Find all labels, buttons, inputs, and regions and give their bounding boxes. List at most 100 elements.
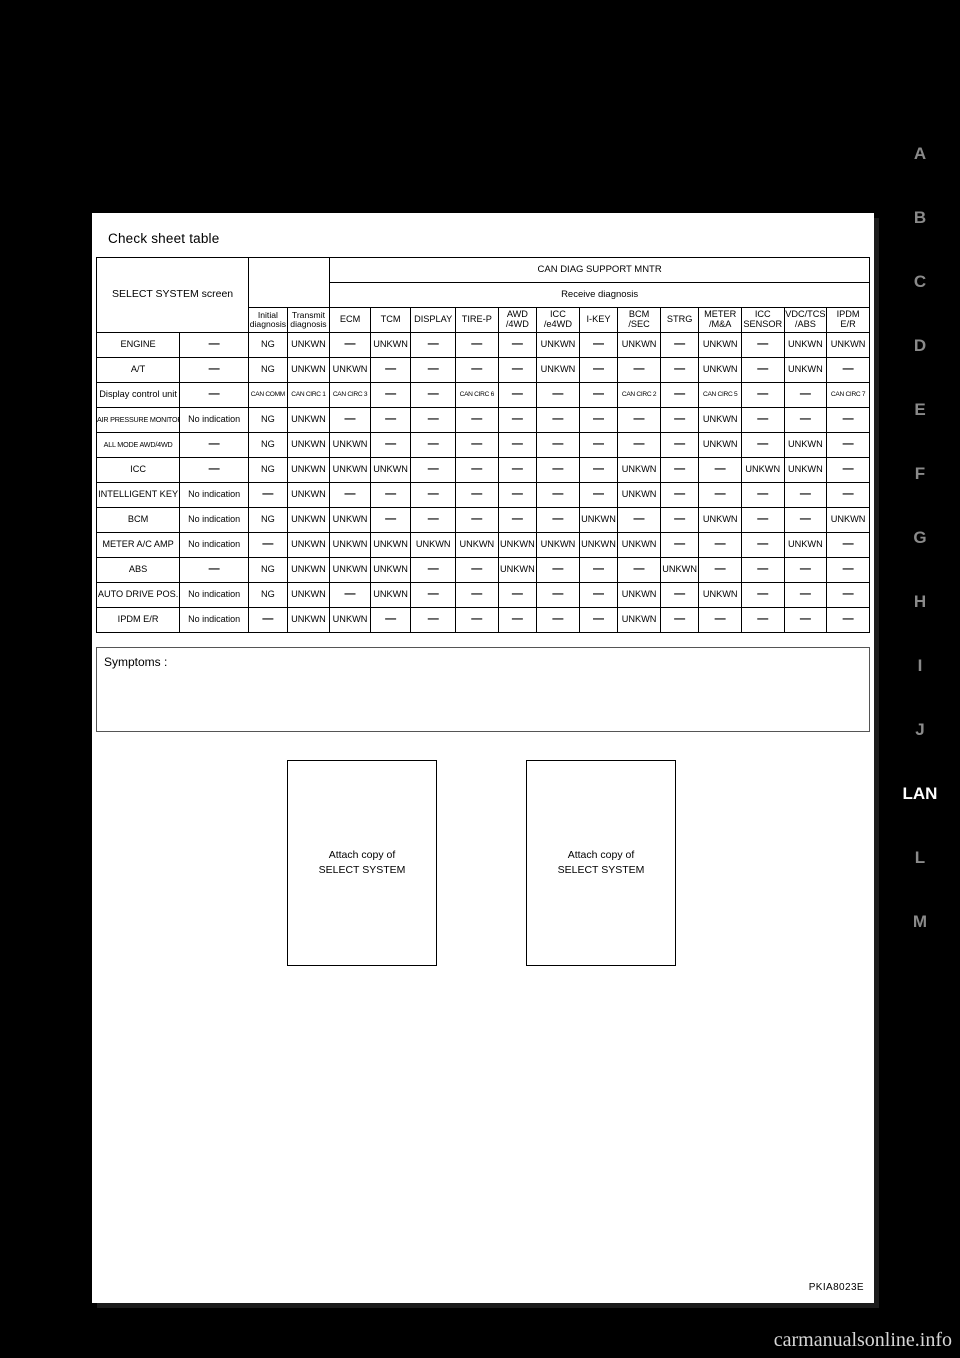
row-receive-cell: UNKWN — [497, 557, 538, 583]
header-receive-col-line2: E/R — [840, 319, 856, 329]
row-select-system-status: No indication — [179, 607, 250, 633]
row-select-system-status: No indication — [179, 532, 250, 558]
row-receive-cell: — — [536, 482, 580, 508]
section-tab-d[interactable]: D — [880, 336, 960, 356]
row-receive-cell: — — [617, 357, 661, 383]
row-receive-cell: UNKWN — [410, 532, 456, 558]
row-receive-cell: — — [659, 407, 700, 433]
row-initial-diagnosis: NG — [248, 407, 288, 433]
row-receive-cell: UNKWN — [369, 557, 412, 583]
table-row: ABS — NG UNKWN UNKWN UNKWN — — UNKWN — — — UNKWN — — — — — [95, 557, 870, 583]
table-row: ENGINE — NG UNKWN — UNKWN — — — UNKWN — UNKWN — UNKWN… — [95, 332, 870, 358]
row-receive-cell: — — [455, 557, 499, 583]
header-receive-col-ipdm: IPDM E/R — [826, 307, 870, 333]
row-receive-cell: — — [455, 582, 499, 608]
table-header: SELECT SYSTEM screen CAN DIAG SUPPORT MN… — [95, 257, 870, 333]
row-receive-cell: UNKWN — [578, 532, 619, 558]
section-tab-h[interactable]: H — [880, 592, 960, 612]
section-tab-b[interactable]: B — [880, 208, 960, 228]
section-tab-m[interactable]: M — [880, 912, 960, 932]
row-receive-cell: UNKWN — [783, 432, 828, 458]
section-tab-a[interactable]: A — [880, 144, 960, 164]
row-receive-cell: — — [329, 582, 371, 608]
row-system-name: METER A/C AMP — [95, 532, 181, 558]
header-receive-col-strg: STRG — [659, 307, 700, 333]
section-tab-lan[interactable]: LAN — [880, 784, 960, 804]
row-receive-cell: — — [369, 432, 412, 458]
row-system-name: A/T — [95, 357, 181, 383]
row-receive-cell: — — [497, 457, 538, 483]
row-system-name: ALL MODE AWD/4WD — [95, 432, 181, 458]
row-receive-cell: — — [617, 407, 661, 433]
header-receive-col-awd: AWD/4WD — [497, 307, 538, 333]
header-receive-col-line2: /ABS — [794, 319, 816, 329]
section-tab-strip: A B C D E F G H I J LAN L M — [880, 130, 960, 950]
row-receive-cell: — — [329, 407, 371, 433]
table-row: Display control unit — CAN COMM CAN CIRC 1C… — [95, 382, 870, 408]
row-receive-cell: UNKWN — [369, 532, 412, 558]
row-receive-cell: — — [617, 557, 661, 583]
row-receive-cell: — — [826, 432, 870, 458]
symptoms-box[interactable]: Symptoms : — [96, 647, 870, 732]
row-receive-cell: — — [578, 457, 619, 483]
header-receive-col-tire-p: TIRE-P — [455, 307, 499, 333]
row-receive-cell: UNKWN — [329, 357, 371, 383]
section-tab-j[interactable]: J — [880, 720, 960, 740]
row-receive-cell: — — [783, 407, 828, 433]
row-receive-cell: — — [455, 607, 499, 633]
row-initial-diagnosis: NG — [248, 457, 288, 483]
row-select-system-status: — — [179, 557, 250, 583]
row-receive-cell: — — [455, 407, 499, 433]
row-receive-cell: — — [410, 332, 456, 358]
header-receive-col-vdc-tcs: VDC/TCS/ABS — [783, 307, 828, 333]
row-system-name: AIR PRESSURE MONITOR — [95, 407, 181, 433]
row-receive-cell: UNKWN — [698, 332, 742, 358]
section-tab-l[interactable]: L — [880, 848, 960, 868]
row-select-system-status: No indication — [179, 407, 250, 433]
row-receive-cell: — — [578, 382, 619, 408]
attach-copy-box-2-line1: Attach copy of — [567, 848, 635, 861]
row-receive-cell: UNKWN — [659, 557, 700, 583]
row-receive-cell: — — [578, 332, 619, 358]
row-receive-cell: — — [497, 582, 538, 608]
row-select-system-status: No indication — [179, 582, 250, 608]
row-transmit-diagnosis: UNKWN — [286, 607, 331, 633]
row-receive-cell: — — [410, 432, 456, 458]
section-tab-g[interactable]: G — [880, 528, 960, 548]
row-transmit-diagnosis: UNKWN — [286, 482, 331, 508]
row-receive-cell: — — [740, 382, 785, 408]
row-receive-cell: — — [740, 482, 785, 508]
row-receive-cell: — — [410, 382, 456, 408]
row-receive-cell: UNKWN — [536, 532, 580, 558]
row-receive-cell: UNKWN — [369, 582, 412, 608]
row-receive-cell: — — [659, 482, 700, 508]
attach-copy-box-2[interactable]: Attach copy of SELECT SYSTEM — [526, 760, 676, 966]
row-receive-cell: UNKWN — [329, 432, 371, 458]
row-receive-cell: CAN CIRC 5 — [698, 382, 742, 408]
header-receive-col-meter: METER/M&A — [698, 307, 742, 333]
header-receive-col-line2: SENSOR — [743, 319, 783, 329]
attach-copy-box-1[interactable]: Attach copy of SELECT SYSTEM — [287, 760, 437, 966]
row-receive-cell: — — [497, 432, 538, 458]
section-tab-f[interactable]: F — [880, 464, 960, 484]
table-row: A/T — NG UNKWN UNKWN — — — — UNKWN — — — UNKWN — UNKWN — — [95, 357, 870, 383]
row-receive-cell: — — [740, 607, 785, 633]
header-receive-col-ecm: ECM — [329, 307, 371, 333]
row-receive-cell: UNKWN — [740, 457, 785, 483]
row-receive-cell: — — [578, 407, 619, 433]
row-receive-cell: — — [740, 407, 785, 433]
row-receive-cell: — — [740, 357, 785, 383]
section-tab-e[interactable]: E — [880, 400, 960, 420]
row-receive-cell: — — [455, 357, 499, 383]
header-receive-col-icc: ICC SENSOR — [740, 307, 785, 333]
table-row: INTELLIGENT KEY No indication — UNKWN — — — — — —… — [95, 482, 870, 508]
row-system-name: Display control unit — [95, 382, 181, 408]
row-receive-cell: UNKWN — [617, 607, 661, 633]
row-initial-diagnosis: — — [248, 482, 288, 508]
row-receive-cell: UNKWN — [783, 332, 828, 358]
section-tab-i[interactable]: I — [880, 656, 960, 676]
section-tab-c[interactable]: C — [880, 272, 960, 292]
header-receive-col-display: DISPLAY — [410, 307, 456, 333]
row-receive-cell: CAN CIRC 2 — [617, 382, 661, 408]
row-receive-cell: UNKWN — [329, 557, 371, 583]
